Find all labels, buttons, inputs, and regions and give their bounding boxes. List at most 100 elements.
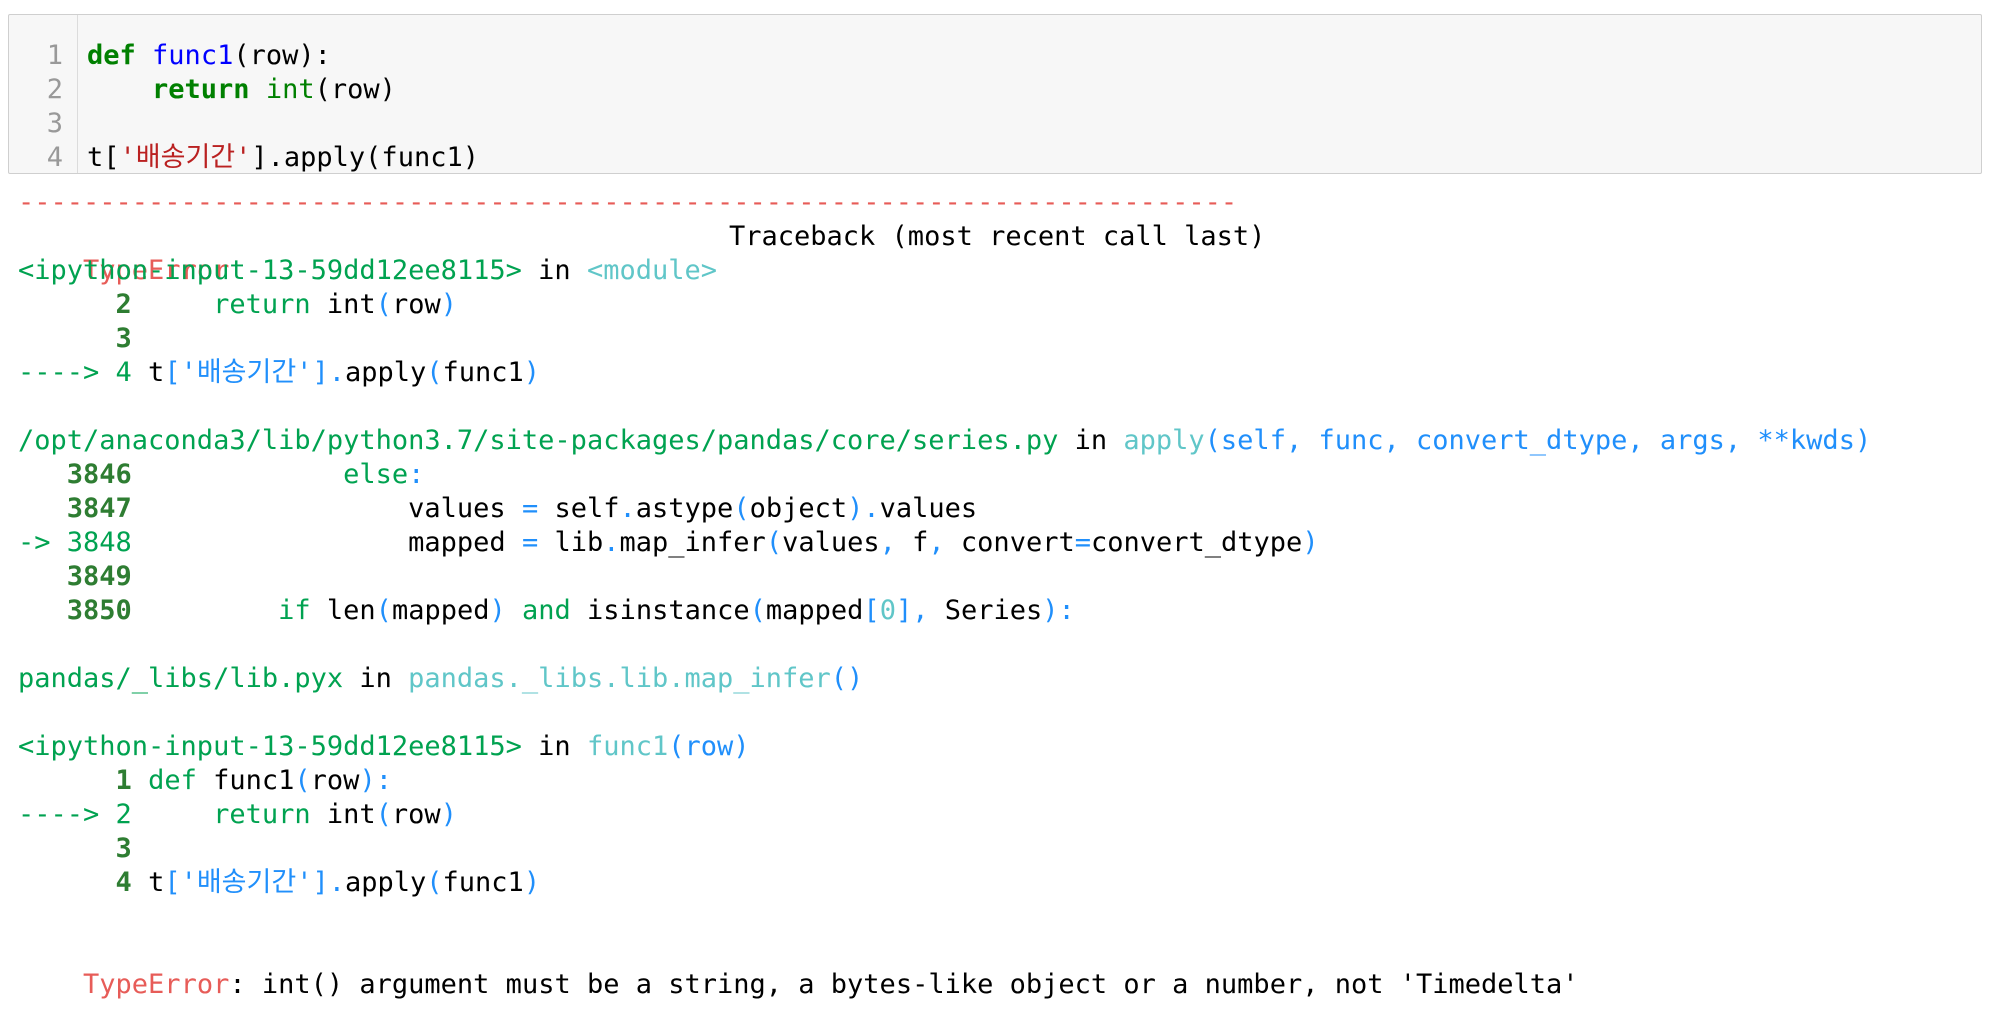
traceback-token: else	[343, 459, 409, 490]
traceback-token: .	[328, 357, 345, 388]
traceback-line: 3846 else:	[18, 458, 425, 492]
traceback-token: 0	[879, 595, 896, 626]
traceback-token: ----> 4	[18, 357, 132, 388]
traceback-token: astype	[635, 493, 734, 524]
traceback-token	[132, 459, 343, 490]
traceback-token: 3	[115, 833, 132, 864]
traceback-token: row	[391, 799, 441, 830]
traceback-token: func	[1318, 425, 1384, 456]
traceback-token: convert	[960, 527, 1075, 558]
final-error-line: TypeError: int() argument must be a stri…	[18, 934, 1579, 1036]
traceback-token	[132, 289, 213, 320]
traceback-token: return	[213, 289, 311, 320]
code-token: int	[265, 74, 315, 105]
traceback-token: ,	[1383, 425, 1417, 456]
traceback-token: ----> 2	[18, 799, 132, 830]
traceback-token: .	[328, 867, 345, 898]
traceback-token: <module>	[586, 255, 717, 286]
traceback-token: ,	[1627, 425, 1660, 456]
traceback-separator: ----------------------------------------…	[18, 187, 1238, 218]
traceback-token: isinstance	[570, 595, 750, 626]
traceback-token: 3	[115, 323, 132, 354]
traceback-token: (	[426, 867, 443, 898]
traceback-token: [	[863, 595, 880, 626]
traceback-token: )	[1854, 425, 1872, 456]
code-token: func1	[152, 40, 234, 71]
traceback-token: ]	[895, 595, 913, 626]
traceback-token: =	[521, 527, 539, 558]
traceback-token: apply	[1123, 425, 1205, 456]
traceback-token: (	[749, 595, 766, 626]
traceback-line: /opt/anaconda3/lib/python3.7/site-packag…	[18, 424, 1871, 458]
traceback-token: func1	[442, 867, 524, 898]
traceback-token: ,	[879, 527, 913, 558]
traceback-token: values	[879, 493, 978, 524]
traceback-token: apply	[344, 357, 427, 388]
traceback-line: 3	[18, 322, 132, 356]
traceback-token: )	[1302, 527, 1319, 558]
traceback-token: (	[733, 493, 750, 524]
traceback-token: ,	[1285, 425, 1319, 456]
traceback-token: ['배송기간']	[164, 867, 329, 898]
traceback-token: convert_dtype	[1090, 527, 1303, 558]
traceback-token: pandas._libs.lib.map_infer	[408, 663, 831, 694]
traceback-line: 3849	[18, 560, 132, 594]
traceback-token: (	[426, 357, 443, 388]
traceback-token	[18, 493, 67, 524]
traceback-token: )	[847, 493, 864, 524]
traceback-token: in	[521, 255, 587, 286]
traceback-token: :	[408, 459, 425, 490]
line-number: 1	[46, 40, 63, 71]
traceback-token: Series	[944, 595, 1043, 626]
line-number: 3	[46, 108, 63, 139]
traceback-token: row	[684, 731, 734, 762]
traceback-line: ----> 2 return int(row)	[18, 798, 457, 832]
traceback-token: apply	[344, 867, 427, 898]
code-token: return	[152, 74, 250, 105]
traceback-token: in	[343, 663, 409, 694]
traceback-token: ()	[830, 663, 864, 694]
traceback-line: -> 3848 mapped = lib.map_infer(values, f…	[18, 526, 1319, 560]
traceback-token	[18, 867, 116, 898]
traceback-token: .	[603, 527, 620, 558]
traceback-token: (	[765, 527, 783, 558]
traceback-token: t	[131, 357, 165, 388]
traceback-token	[18, 595, 67, 626]
line-number-gutter: 1234	[9, 15, 78, 173]
code-input-cell[interactable]: 1234 def func1(row): return int(row) t['배…	[8, 14, 1982, 174]
traceback-token: -> 3848	[18, 527, 132, 558]
traceback-line: 3850 if len(mapped) and isinstance(mappe…	[18, 594, 1075, 628]
traceback-token: mapped	[131, 527, 522, 558]
traceback-token: )	[489, 595, 506, 626]
traceback-line: <ipython-input-13-59dd12ee8115> in <modu…	[18, 254, 717, 288]
traceback-token: pandas/_libs/lib.pyx	[18, 663, 344, 694]
traceback-token	[18, 833, 116, 864]
traceback-token: 1	[115, 765, 132, 796]
traceback-token: func1	[586, 731, 669, 762]
traceback-line: pandas/_libs/lib.pyx in pandas._libs.lib…	[18, 662, 863, 696]
code-token: ].apply(func1)	[251, 142, 479, 173]
traceback-token: args	[1659, 425, 1725, 456]
traceback-token: if	[278, 595, 311, 626]
traceback-token: mapped	[765, 595, 864, 626]
traceback-token: <ipython-input-13-59dd12ee8115>	[18, 255, 522, 286]
traceback-token: )	[523, 357, 541, 388]
traceback-token: len	[310, 595, 376, 626]
traceback-token: ['배송기간']	[164, 357, 329, 388]
traceback-token: map_infer	[619, 527, 766, 558]
traceback-token: (	[668, 731, 685, 762]
traceback-token: ,	[912, 595, 945, 626]
traceback-token: func1	[442, 357, 524, 388]
traceback-token: int	[310, 799, 376, 830]
final-error-message: : int() argument must be a string, a byt…	[229, 969, 1579, 1000]
traceback-token: self	[538, 493, 620, 524]
traceback-token: convert_dtype	[1416, 425, 1628, 456]
traceback-token: row	[310, 765, 360, 796]
traceback-token: kwds	[1789, 425, 1855, 456]
traceback-line: 2 return int(row)	[18, 288, 457, 322]
traceback-token: 2	[115, 289, 132, 320]
traceback-token: )	[523, 867, 541, 898]
traceback-token: 3849	[66, 561, 132, 592]
traceback-token	[506, 595, 522, 626]
